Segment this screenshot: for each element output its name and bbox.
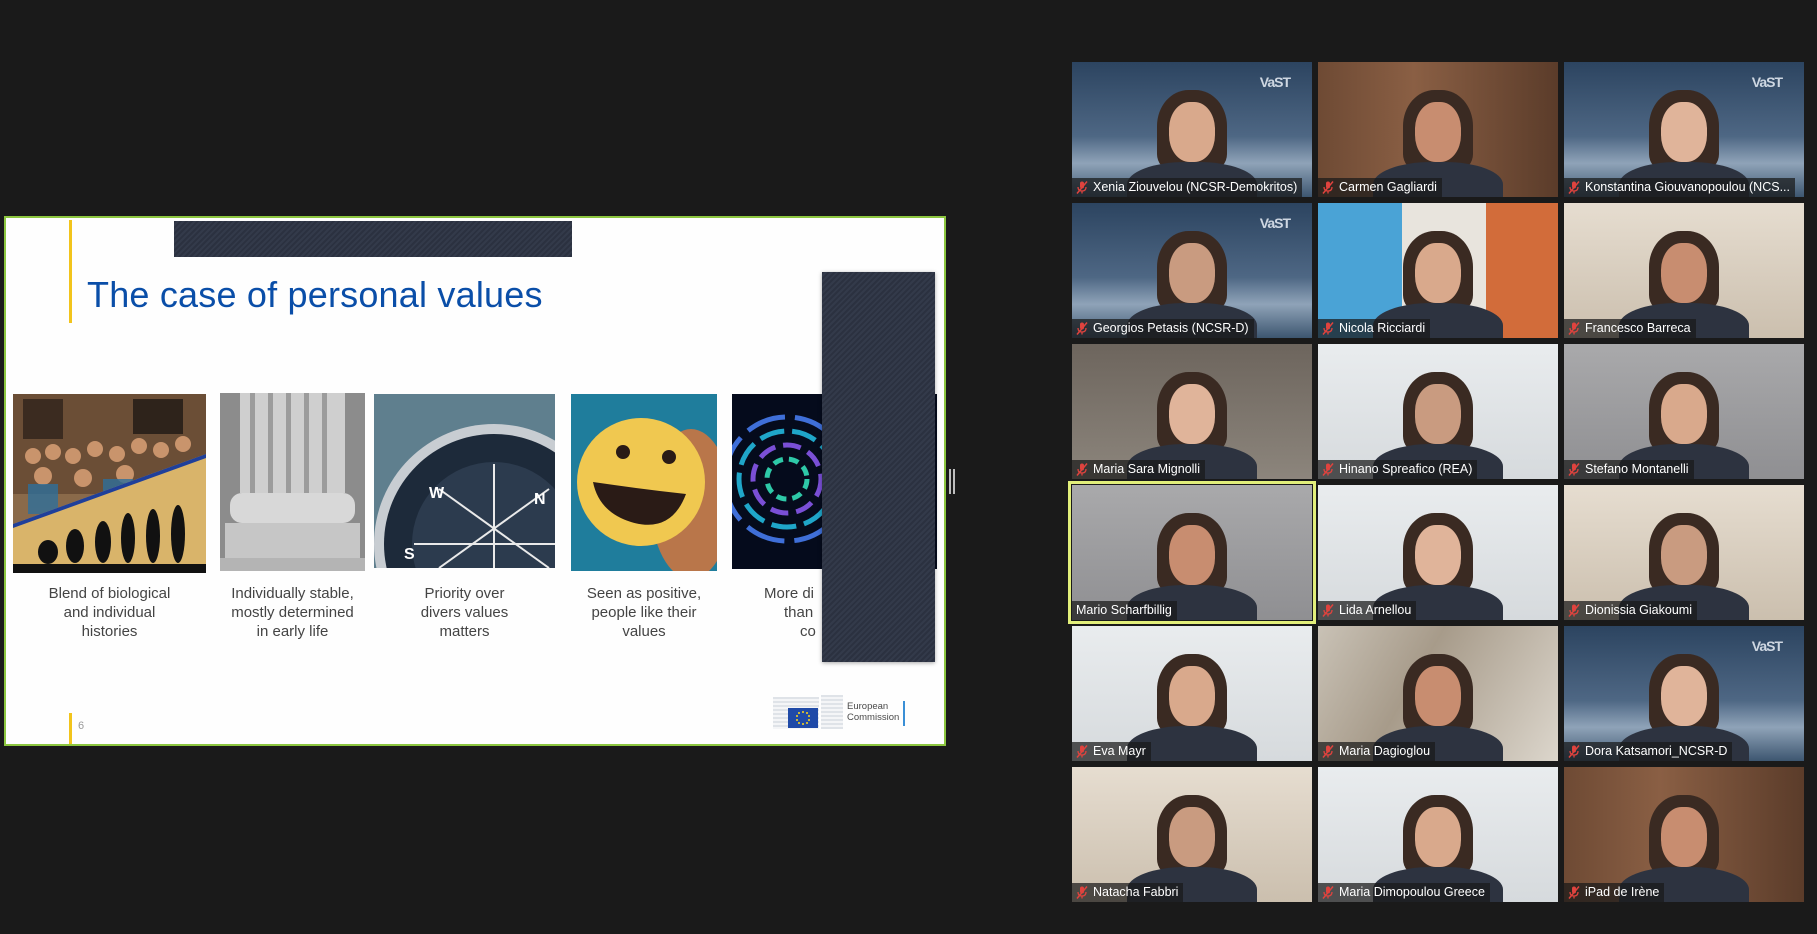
participant-name-label: Lida Arnellou bbox=[1318, 601, 1417, 620]
eu-flag-icon bbox=[788, 708, 818, 728]
participant-name-label: Stefano Montanelli bbox=[1564, 460, 1694, 479]
participant-name-label: Francesco Barreca bbox=[1564, 319, 1696, 338]
slide-image-column bbox=[220, 393, 365, 571]
slide-accent-line bbox=[69, 713, 72, 744]
participant-tile[interactable]: Dionissia Giakoumi bbox=[1564, 485, 1804, 620]
slide-caption-4: Seen as positive, people like their valu… bbox=[586, 585, 702, 640]
participant-tile[interactable]: Maria Dimopoulou Greece bbox=[1318, 767, 1558, 902]
participant-tile[interactable]: Maria Sara Mignolli bbox=[1072, 344, 1312, 479]
participant-name-label: Maria Sara Mignolli bbox=[1072, 460, 1205, 479]
muted-microphone-icon bbox=[1568, 463, 1580, 476]
split-view-drag-handle[interactable] bbox=[949, 469, 955, 494]
participant-name-label: Georgios Petasis (NCSR-D) bbox=[1072, 319, 1254, 338]
participant-tile[interactable]: Stefano Montanelli bbox=[1564, 344, 1804, 479]
muted-microphone-icon bbox=[1322, 886, 1334, 899]
slide-page-number: 6 bbox=[78, 720, 85, 732]
muted-microphone-icon bbox=[1076, 322, 1088, 335]
muted-microphone-icon bbox=[1322, 745, 1334, 758]
svg-text:N: N bbox=[534, 491, 546, 508]
participant-name-label: Dionissia Giakoumi bbox=[1564, 601, 1697, 620]
muted-microphone-icon bbox=[1076, 886, 1088, 899]
participant-name-label: Maria Dagioglou bbox=[1318, 742, 1436, 761]
muted-microphone-icon bbox=[1076, 745, 1088, 758]
participant-name-label: Nicola Ricciardi bbox=[1318, 319, 1431, 338]
vast-logo: VaST bbox=[1751, 638, 1783, 654]
muted-microphone-icon bbox=[1076, 181, 1088, 194]
muted-microphone-icon bbox=[1568, 604, 1580, 617]
muted-microphone-icon bbox=[1322, 604, 1334, 617]
participant-tile[interactable]: Francesco Barreca bbox=[1564, 203, 1804, 338]
slide-image-evolution bbox=[13, 394, 206, 573]
participant-name-label: Eva Mayr bbox=[1072, 742, 1151, 761]
participant-tile[interactable]: Maria Dagioglou bbox=[1318, 626, 1558, 761]
participant-tile[interactable]: VaST Xenia Ziouvelou (NCSR-Demokritos) bbox=[1072, 62, 1312, 197]
participant-name-label: Konstantina Giouvanopoulou (NCS... bbox=[1564, 178, 1795, 197]
participant-tile[interactable]: Hinano Spreafico (REA) bbox=[1318, 344, 1558, 479]
muted-microphone-icon bbox=[1076, 463, 1088, 476]
participant-name-label: Maria Dimopoulou Greece bbox=[1318, 883, 1490, 902]
vast-logo: VaST bbox=[1259, 74, 1291, 90]
participant-tile[interactable]: iPad de Irène bbox=[1564, 767, 1804, 902]
muted-microphone-icon bbox=[1568, 181, 1580, 194]
participant-tile[interactable]: Lida Arnellou bbox=[1318, 485, 1558, 620]
muted-microphone-icon bbox=[1322, 322, 1334, 335]
slide-accent-line bbox=[69, 220, 72, 323]
vast-logo: VaST bbox=[1751, 74, 1783, 90]
participant-name-label: Mario Scharfbillig bbox=[1072, 601, 1177, 620]
shared-screen-slide: The case of personal values W N S Blend … bbox=[4, 216, 946, 746]
participant-name-label: Carmen Gagliardi bbox=[1318, 178, 1442, 197]
redacted-region bbox=[822, 272, 935, 662]
participant-name-label: Dora Katsamori_NCSR-D bbox=[1564, 742, 1733, 761]
muted-microphone-icon bbox=[1568, 745, 1580, 758]
participant-tile[interactable]: Mario Scharfbillig bbox=[1068, 481, 1316, 624]
participant-tile[interactable]: VaST Dora Katsamori_NCSR-D bbox=[1564, 626, 1804, 761]
participant-tile[interactable]: Natacha Fabbri bbox=[1072, 767, 1312, 902]
participant-tile[interactable]: VaST Konstantina Giouvanopoulou (NCS... bbox=[1564, 62, 1804, 197]
muted-microphone-icon bbox=[1322, 463, 1334, 476]
muted-microphone-icon bbox=[1568, 322, 1580, 335]
slide-title: The case of personal values bbox=[87, 274, 543, 315]
participant-name-label: Hinano Spreafico (REA) bbox=[1318, 460, 1478, 479]
muted-microphone-icon bbox=[1568, 886, 1580, 899]
slide-caption-3: Priority over divers values matters bbox=[420, 585, 509, 640]
participant-tile[interactable]: Eva Mayr bbox=[1072, 626, 1312, 761]
svg-text:S: S bbox=[404, 546, 415, 563]
participant-name-label: iPad de Irène bbox=[1564, 883, 1665, 902]
participant-name-label: Xenia Ziouvelou (NCSR-Demokritos) bbox=[1072, 178, 1303, 197]
european-commission-logo: European Commission bbox=[773, 695, 908, 731]
participant-tile[interactable]: VaST Georgios Petasis (NCSR-D) bbox=[1072, 203, 1312, 338]
slide-caption-1: Blend of biological and individual histo… bbox=[48, 585, 171, 640]
vast-logo: VaST bbox=[1259, 215, 1291, 231]
participant-tile[interactable]: Nicola Ricciardi bbox=[1318, 203, 1558, 338]
redacted-region bbox=[174, 221, 572, 257]
participant-tile[interactable]: Carmen Gagliardi bbox=[1318, 62, 1558, 197]
slide-image-compass: W N S bbox=[374, 394, 555, 568]
participant-name-label: Natacha Fabbri bbox=[1072, 883, 1184, 902]
svg-text:W: W bbox=[429, 485, 445, 502]
slide-image-smiley bbox=[571, 394, 717, 571]
muted-microphone-icon bbox=[1322, 181, 1334, 194]
slide-caption-2: Individually stable, mostly determined i… bbox=[231, 585, 354, 640]
